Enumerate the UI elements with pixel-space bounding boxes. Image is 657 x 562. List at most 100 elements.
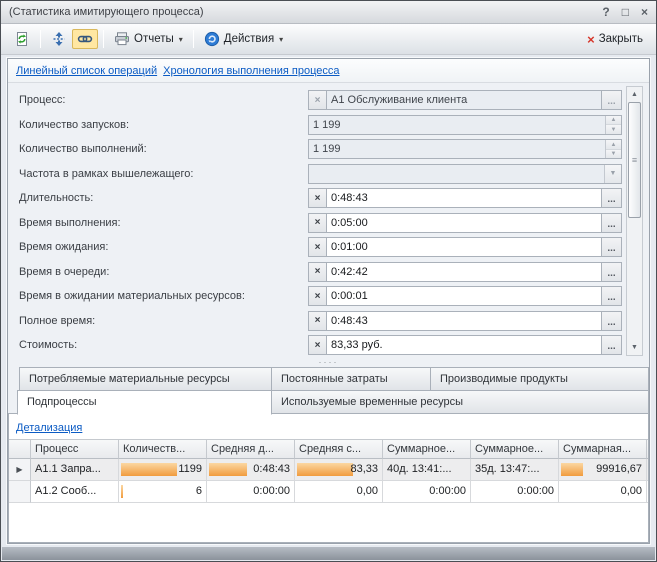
cost-value[interactable]: 83,33 руб. bbox=[327, 336, 601, 354]
duration-label: Длительность: bbox=[19, 192, 308, 204]
clear-button[interactable]: × bbox=[309, 238, 327, 256]
column-header[interactable]: Суммарное... bbox=[471, 439, 559, 459]
scrollbar-track[interactable] bbox=[627, 218, 642, 340]
link-toggle-button[interactable] bbox=[72, 29, 98, 49]
refresh-button[interactable] bbox=[9, 29, 35, 49]
cell-avg-cost[interactable]: 0,00 bbox=[295, 481, 383, 503]
cell-avg-cost[interactable]: 83,33 bbox=[295, 459, 383, 481]
ellipsis-button[interactable]: ... bbox=[601, 336, 621, 354]
execution-time-field: × 0:05:00 ... bbox=[308, 213, 622, 233]
cell-count[interactable]: 6 bbox=[119, 481, 207, 503]
column-header[interactable]: Процесс bbox=[31, 439, 119, 459]
execution-count-field: 1 199 ▲ ▼ bbox=[308, 139, 622, 159]
value-bar bbox=[209, 463, 247, 476]
execution-count-value: 1 199 bbox=[309, 140, 605, 158]
column-header[interactable]: Количеств... bbox=[119, 439, 207, 459]
scrollbar-thumb[interactable]: ≡ bbox=[628, 102, 641, 218]
tab-used-temporary-resources[interactable]: Используемые временные ресурсы bbox=[271, 390, 649, 414]
tab-subprocesses-active[interactable]: Подпроцессы bbox=[17, 390, 272, 415]
column-header[interactable]: Суммарная... bbox=[559, 439, 647, 459]
value-bar bbox=[297, 463, 353, 476]
cell-count[interactable]: 1199 bbox=[119, 459, 207, 481]
help-button[interactable]: ? bbox=[602, 5, 609, 19]
linear-operations-link[interactable]: Линейный список операций bbox=[16, 65, 157, 77]
maximize-button[interactable]: □ bbox=[622, 5, 629, 19]
row-selector-header bbox=[9, 439, 31, 459]
table-row[interactable]: A1.2 Сооб... 6 0:00:00 0,00 0:00:00 0:00… bbox=[9, 481, 648, 503]
queue-time-value[interactable]: 0:42:42 bbox=[327, 263, 601, 281]
split-view-button[interactable] bbox=[46, 29, 72, 49]
scroll-down-button[interactable]: ▼ bbox=[627, 340, 642, 355]
form-row: Процесс: × A1 Обслуживание клиента ... bbox=[8, 88, 649, 113]
column-header[interactable]: Средняя с... bbox=[295, 439, 383, 459]
tab-consumed-material-resources[interactable]: Потребляемые материальные ресурсы bbox=[19, 367, 272, 391]
form-scrollbar[interactable]: ▲ ≡ ▼ bbox=[626, 86, 643, 356]
cell-avg-duration[interactable]: 0:48:43 bbox=[207, 459, 295, 481]
close-button[interactable]: × Закрыть bbox=[582, 30, 648, 49]
waiting-time-value[interactable]: 0:01:00 bbox=[327, 238, 601, 256]
cell-fixed[interactable]: 0,00 bbox=[647, 481, 649, 503]
ellipsis-button: ... bbox=[601, 91, 621, 109]
execution-time-value[interactable]: 0:05:00 bbox=[327, 214, 601, 232]
clear-button[interactable]: × bbox=[309, 189, 327, 207]
scroll-up-icon: ▲ bbox=[631, 91, 638, 98]
tab-fixed-costs[interactable]: Постоянные затраты bbox=[271, 367, 431, 391]
process-chronology-link[interactable]: Хронология выполнения процесса bbox=[163, 65, 339, 77]
actions-dropdown-icon: ▾ bbox=[279, 35, 283, 44]
total-time-label: Полное время: bbox=[19, 315, 308, 327]
ellipsis-button[interactable]: ... bbox=[601, 214, 621, 232]
clear-button[interactable]: × bbox=[309, 336, 327, 354]
launch-count-field: 1 199 ▲ ▼ bbox=[308, 115, 622, 135]
waiting-time-label: Время ожидания: bbox=[19, 241, 308, 253]
toolbar: Отчеты ▾ Действия ▾ × Закрыть bbox=[1, 24, 656, 55]
cell-total-time-2[interactable]: 35д. 13:47:... bbox=[471, 459, 559, 481]
material-wait-time-value[interactable]: 0:00:01 bbox=[327, 287, 601, 305]
cell-total-cost[interactable]: 0,00 bbox=[559, 481, 647, 503]
cell-process[interactable]: A1.1 Запра... bbox=[31, 459, 119, 481]
title-bar[interactable]: (Статистика имитирующего процесса) ? □ × bbox=[1, 1, 656, 24]
spin-up-icon: ▲ bbox=[606, 140, 621, 149]
cell-total-cost[interactable]: 99916,67 bbox=[559, 459, 647, 481]
splitter-handle[interactable]: ···· bbox=[8, 358, 649, 367]
table-row[interactable]: ▶ A1.1 Запра... 1199 0:48:43 83,33 40д. … bbox=[9, 459, 648, 481]
window-close-button[interactable]: × bbox=[641, 5, 648, 19]
ellipsis-button[interactable]: ... bbox=[601, 238, 621, 256]
clear-button[interactable]: × bbox=[309, 312, 327, 330]
clear-icon: × bbox=[315, 193, 321, 204]
statistics-dialog-window: (Статистика имитирующего процесса) ? □ × bbox=[0, 0, 657, 562]
spinner: ▲ ▼ bbox=[605, 140, 621, 158]
actions-circle-icon bbox=[204, 31, 220, 47]
actions-button[interactable]: Действия ▾ bbox=[199, 29, 288, 49]
clear-button[interactable]: × bbox=[309, 263, 327, 281]
cell-total-time-1[interactable]: 0:00:00 bbox=[383, 481, 471, 503]
form-row: Время выполнения: × 0:05:00 ... bbox=[8, 211, 649, 236]
total-time-value[interactable]: 0:48:43 bbox=[327, 312, 601, 330]
cell-avg-duration[interactable]: 0:00:00 bbox=[207, 481, 295, 503]
cell-fixed[interactable]: 0,00 bbox=[647, 459, 649, 481]
column-header[interactable]: Средняя д... bbox=[207, 439, 295, 459]
form-row: Частота в рамках вышележащего: ▼ bbox=[8, 162, 649, 187]
ellipsis-button[interactable]: ... bbox=[601, 287, 621, 305]
column-header[interactable]: Суммарное... bbox=[383, 439, 471, 459]
reports-button[interactable]: Отчеты ▾ bbox=[109, 29, 188, 49]
clear-button[interactable]: × bbox=[309, 214, 327, 232]
launch-count-value: 1 199 bbox=[309, 116, 605, 134]
waiting-time-field: × 0:01:00 ... bbox=[308, 237, 622, 257]
clear-button[interactable]: × bbox=[309, 287, 327, 305]
clear-icon: × bbox=[315, 315, 321, 326]
cell-total-time-1[interactable]: 40д. 13:41:... bbox=[383, 459, 471, 481]
cell-process[interactable]: A1.2 Сооб... bbox=[31, 481, 119, 503]
form-row: Длительность: × 0:48:43 ... bbox=[8, 186, 649, 211]
total-time-field: × 0:48:43 ... bbox=[308, 311, 622, 331]
tab-row-1: Потребляемые материальные ресурсы Постоя… bbox=[8, 367, 649, 391]
duration-value[interactable]: 0:48:43 bbox=[327, 189, 601, 207]
detail-link[interactable]: Детализация bbox=[16, 422, 82, 434]
scroll-up-button[interactable]: ▲ bbox=[627, 87, 642, 102]
cell-total-time-2[interactable]: 0:00:00 bbox=[471, 481, 559, 503]
ellipsis-button[interactable]: ... bbox=[601, 263, 621, 281]
spin-up-icon: ▲ bbox=[606, 116, 621, 125]
ellipsis-button[interactable]: ... bbox=[601, 189, 621, 207]
column-header[interactable]: Постоянны... bbox=[647, 439, 649, 459]
tab-produced-products[interactable]: Производимые продукты bbox=[430, 367, 649, 391]
ellipsis-button[interactable]: ... bbox=[601, 312, 621, 330]
